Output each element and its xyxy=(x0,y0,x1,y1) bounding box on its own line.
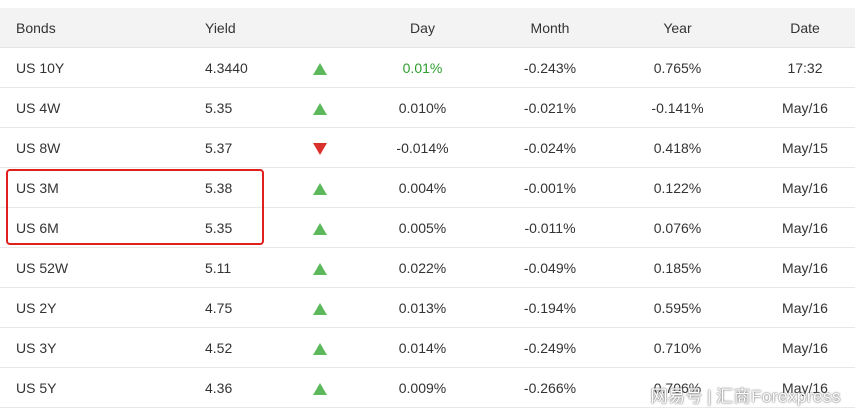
table-row[interactable]: US 10Y 4.3440 0.01% -0.243% 0.765% 17:32 xyxy=(0,47,855,88)
header-year[interactable]: Year xyxy=(600,8,755,48)
bond-yield: 4.52 xyxy=(205,327,295,368)
bonds-table: Bonds Yield Day Month Year Date US 10Y 4… xyxy=(0,8,855,408)
triangle-up-icon xyxy=(313,342,327,355)
bond-month-change: -0.266% xyxy=(500,367,600,408)
bond-year-change: 0.076% xyxy=(600,207,755,248)
table-row[interactable]: US 8W 5.37 -0.014% -0.024% 0.418% May/15 xyxy=(0,127,855,168)
bond-name[interactable]: US 6M xyxy=(0,207,205,248)
bond-month-change: -0.249% xyxy=(500,327,600,368)
bond-day-change: 0.005% xyxy=(345,207,500,248)
bond-yield: 5.11 xyxy=(205,247,295,288)
triangle-down-icon xyxy=(313,142,327,155)
triangle-up-icon xyxy=(313,302,327,315)
bond-yield: 5.35 xyxy=(205,207,295,248)
bond-day-change: 0.014% xyxy=(345,327,500,368)
bond-day-change: 0.004% xyxy=(345,167,500,208)
bond-day-change: 0.013% xyxy=(345,287,500,328)
bond-month-change: -0.021% xyxy=(500,87,600,128)
bond-month-change: -0.243% xyxy=(500,47,600,88)
bond-year-change: 0.710% xyxy=(600,327,755,368)
table-row[interactable]: US 2Y 4.75 0.013% -0.194% 0.595% May/16 xyxy=(0,287,855,328)
bond-month-change: -0.011% xyxy=(500,207,600,248)
triangle-up-icon xyxy=(313,262,327,275)
bond-year-change: -0.141% xyxy=(600,87,755,128)
watermark-separator: | xyxy=(707,387,712,406)
bond-date: May/16 xyxy=(755,87,855,128)
bond-date: May/16 xyxy=(755,167,855,208)
bond-name[interactable]: US 8W xyxy=(0,127,205,168)
header-yield[interactable]: Yield xyxy=(205,8,295,48)
table-row[interactable]: US 6M 5.35 0.005% -0.011% 0.076% May/16 xyxy=(0,207,855,248)
bond-date: May/16 xyxy=(755,207,855,248)
triangle-up-icon xyxy=(313,182,327,195)
bond-year-change: 0.122% xyxy=(600,167,755,208)
bond-name[interactable]: US 3Y xyxy=(0,327,205,368)
bond-date: May/16 xyxy=(755,327,855,368)
bond-day-change: 0.009% xyxy=(345,367,500,408)
bond-month-change: -0.024% xyxy=(500,127,600,168)
bond-year-change: 0.185% xyxy=(600,247,755,288)
table-row[interactable]: US 3M 5.38 0.004% -0.001% 0.122% May/16 xyxy=(0,167,855,208)
bond-date: May/15 xyxy=(755,127,855,168)
bond-month-change: -0.049% xyxy=(500,247,600,288)
watermark: 网易号 | 汇商Forexpress xyxy=(651,382,841,407)
table-row[interactable]: US 4W 5.35 0.010% -0.021% -0.141% May/16 xyxy=(0,87,855,128)
bond-day-change: 0.01% xyxy=(345,47,500,88)
bond-name[interactable]: US 5Y xyxy=(0,367,205,408)
bond-yield: 4.75 xyxy=(205,287,295,328)
bond-yield: 5.35 xyxy=(205,87,295,128)
table-row[interactable]: US 52W 5.11 0.022% -0.049% 0.185% May/16 xyxy=(0,247,855,288)
bond-name[interactable]: US 52W xyxy=(0,247,205,288)
watermark-right: 汇商Forexpress xyxy=(715,387,841,406)
bond-yield: 4.36 xyxy=(205,367,295,408)
bond-day-change: 0.010% xyxy=(345,87,500,128)
bond-name[interactable]: US 3M xyxy=(0,167,205,208)
header-date[interactable]: Date xyxy=(755,8,855,48)
bond-year-change: 0.595% xyxy=(600,287,755,328)
header-month[interactable]: Month xyxy=(500,8,600,48)
bond-yield: 5.38 xyxy=(205,167,295,208)
bond-year-change: 0.418% xyxy=(600,127,755,168)
bond-day-change: -0.014% xyxy=(345,127,500,168)
triangle-up-icon xyxy=(313,102,327,115)
bond-day-change: 0.022% xyxy=(345,247,500,288)
bond-name[interactable]: US 2Y xyxy=(0,287,205,328)
bond-date: May/16 xyxy=(755,247,855,288)
bond-yield: 5.37 xyxy=(205,127,295,168)
bond-name[interactable]: US 4W xyxy=(0,87,205,128)
triangle-up-icon xyxy=(313,382,327,395)
header-day[interactable]: Day xyxy=(345,8,500,48)
watermark-left: 网易号 xyxy=(650,387,704,406)
header-bonds[interactable]: Bonds xyxy=(0,8,205,48)
table-row[interactable]: US 3Y 4.52 0.014% -0.249% 0.710% May/16 xyxy=(0,327,855,368)
triangle-up-icon xyxy=(313,62,327,75)
bond-year-change: 0.765% xyxy=(600,47,755,88)
bond-date: May/16 xyxy=(755,287,855,328)
header-arrow xyxy=(295,8,345,48)
bond-date: 17:32 xyxy=(755,47,855,88)
triangle-up-icon xyxy=(313,222,327,235)
bond-name[interactable]: US 10Y xyxy=(0,47,205,88)
table-header-row: Bonds Yield Day Month Year Date xyxy=(0,8,855,48)
bond-month-change: -0.194% xyxy=(500,287,600,328)
bond-yield: 4.3440 xyxy=(205,47,295,88)
bond-month-change: -0.001% xyxy=(500,167,600,208)
